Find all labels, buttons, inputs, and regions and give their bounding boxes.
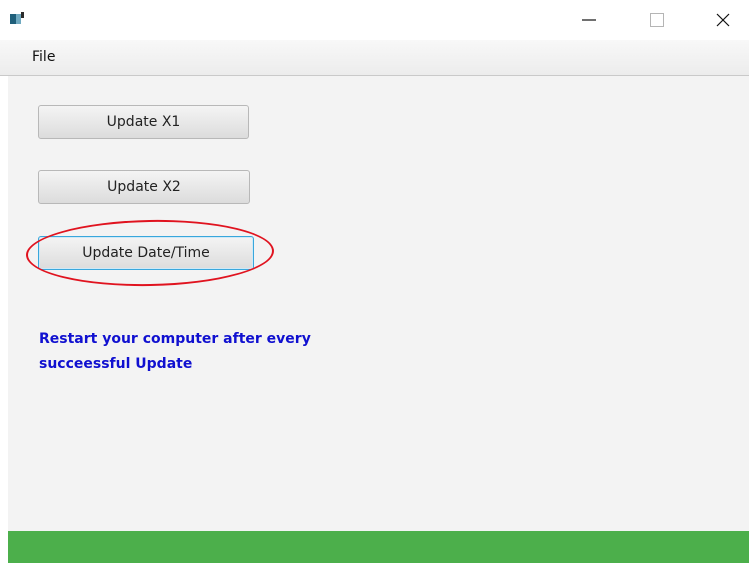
- menu-bar: File: [0, 40, 749, 76]
- content-area: [8, 76, 749, 531]
- restart-notice: Restart your computer after every succee…: [39, 327, 359, 377]
- menu-file[interactable]: File: [26, 49, 61, 65]
- status-bar: [8, 531, 749, 563]
- title-bar[interactable]: [0, 0, 749, 40]
- restart-notice-line2: succeessful Update: [39, 356, 193, 372]
- maximize-icon: [650, 13, 664, 27]
- minimize-button[interactable]: [566, 0, 612, 40]
- update-x1-button[interactable]: Update X1: [38, 105, 249, 139]
- window-left-edge: [0, 76, 8, 563]
- app-window: File Update X1 Update X2 Update Date/Tim…: [0, 0, 749, 563]
- close-icon: [716, 13, 730, 27]
- close-button[interactable]: [700, 0, 746, 40]
- app-icon: [10, 12, 24, 24]
- update-datetime-button[interactable]: Update Date/Time: [38, 236, 254, 270]
- update-x2-button[interactable]: Update X2: [38, 170, 250, 204]
- restart-notice-line1: Restart your computer after every: [39, 331, 311, 347]
- minimize-icon: [582, 19, 596, 21]
- maximize-button[interactable]: [634, 0, 680, 40]
